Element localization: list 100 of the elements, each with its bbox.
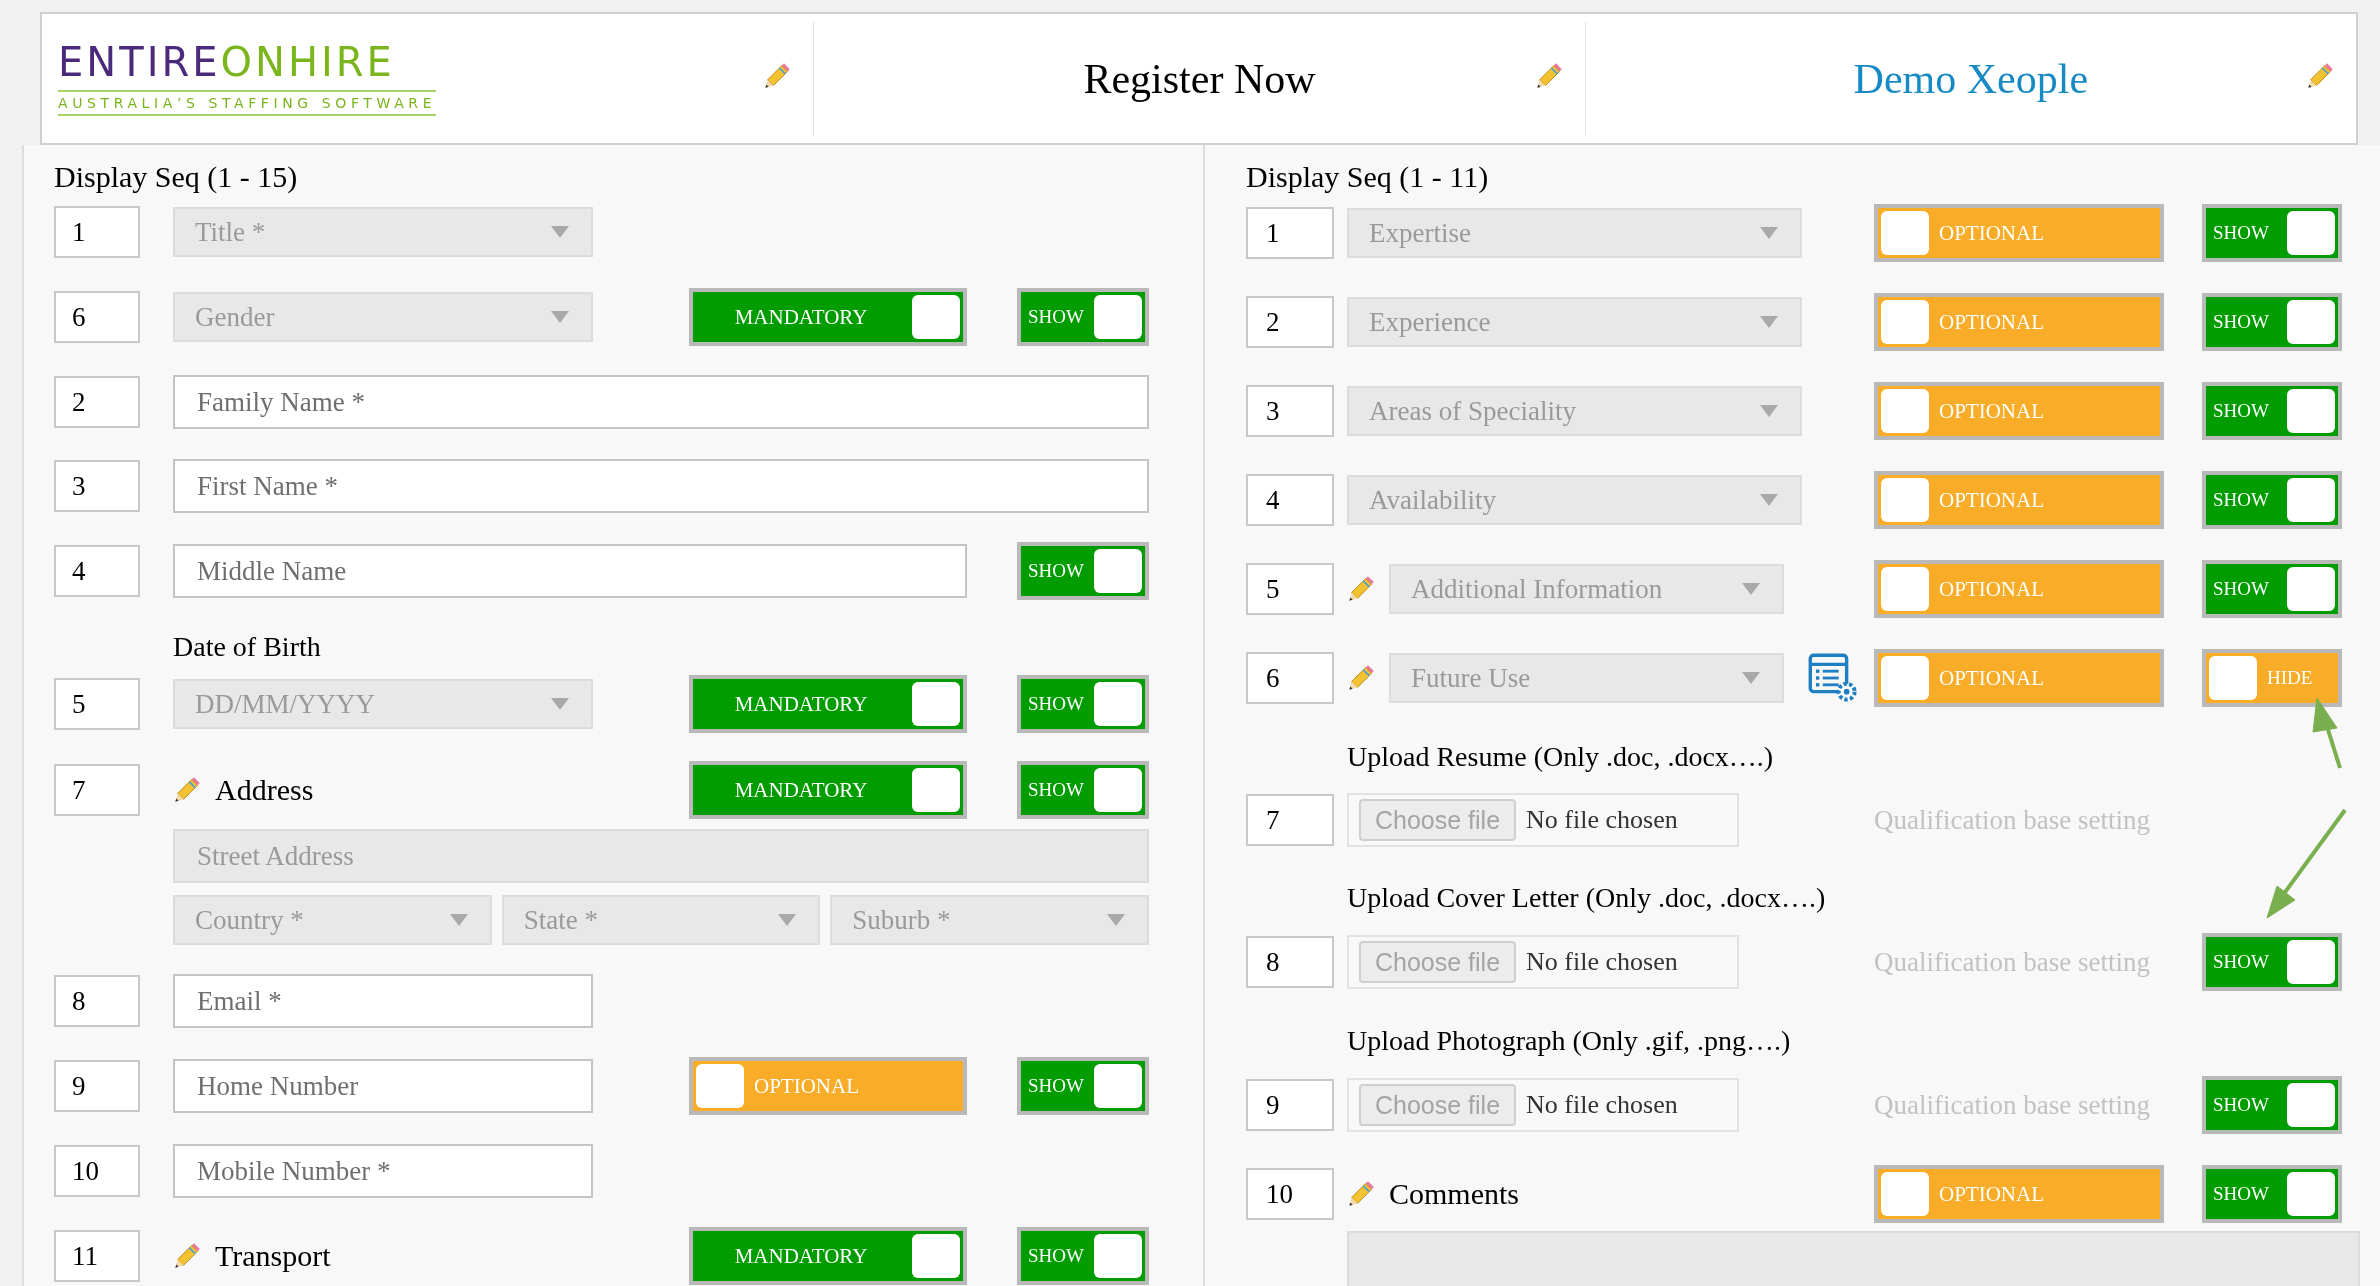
visibility-toggle[interactable]: SHOW: [1017, 675, 1149, 733]
visibility-toggle[interactable]: SHOW: [2202, 204, 2342, 262]
sequence-input[interactable]: 2: [54, 376, 140, 428]
select-field[interactable]: Title *: [173, 207, 593, 257]
requirement-toggle[interactable]: OPTIONAL: [1874, 471, 2164, 529]
file-input[interactable]: Choose file No file chosen: [1347, 1078, 1739, 1132]
input-field[interactable]: First Name *: [173, 459, 1149, 513]
visibility-toggle[interactable]: SHOW: [1017, 761, 1149, 819]
field-label: Address: [215, 773, 314, 807]
sequence-input[interactable]: 2: [1246, 296, 1334, 348]
page-title: Register Now: [1083, 54, 1316, 103]
visibility-toggle[interactable]: SHOW: [1017, 288, 1149, 346]
list-settings-icon[interactable]: [1808, 653, 1858, 703]
field-caption: Date of Birth: [173, 630, 322, 664]
sequence-input[interactable]: 7: [54, 764, 140, 816]
requirement-toggle[interactable]: OPTIONAL: [1874, 1165, 2164, 1223]
visibility-toggle[interactable]: SHOW: [2202, 382, 2342, 440]
pencil-icon[interactable]: [1347, 575, 1375, 603]
select-field[interactable]: DD/MM/YYYY: [173, 679, 593, 729]
requirement-toggle[interactable]: OPTIONAL: [1874, 649, 2164, 707]
comments-field[interactable]: [1347, 1231, 2360, 1286]
caret-icon: [1742, 672, 1760, 684]
site-link[interactable]: Demo Xeople: [1853, 54, 2089, 103]
caret-icon: [449, 914, 468, 926]
sequence-input[interactable]: 1: [1246, 207, 1334, 259]
visibility-toggle[interactable]: SHOW: [2202, 933, 2342, 991]
requirement-toggle[interactable]: OPTIONAL: [1874, 293, 2164, 351]
requirement-toggle[interactable]: MANDATORY: [689, 288, 967, 346]
caret-icon: [1742, 583, 1760, 595]
visibility-toggle[interactable]: SHOW: [1017, 1227, 1149, 1285]
requirement-toggle[interactable]: OPTIONAL: [689, 1057, 967, 1115]
pencil-icon[interactable]: [1347, 1180, 1375, 1208]
pencil-icon[interactable]: [1534, 61, 1563, 90]
sequence-input[interactable]: 1: [54, 206, 140, 258]
requirement-toggle[interactable]: OPTIONAL: [1874, 560, 2164, 618]
select-field[interactable]: Additional Information: [1389, 564, 1784, 614]
caret-icon: [551, 698, 569, 710]
pencil-icon[interactable]: [2306, 61, 2334, 90]
select-field[interactable]: Future Use: [1389, 653, 1784, 703]
requirement-toggle[interactable]: MANDATORY: [689, 675, 967, 733]
input-field[interactable]: Email *: [173, 974, 593, 1028]
requirement-toggle[interactable]: MANDATORY: [689, 1227, 967, 1285]
sequence-input[interactable]: 8: [54, 975, 140, 1027]
select-field[interactable]: Suburb *: [830, 895, 1149, 945]
pencil-icon[interactable]: [1347, 664, 1375, 692]
field-caption: Upload Cover Letter (Only .doc, .docx….): [1347, 881, 1827, 915]
sequence-input[interactable]: 11: [54, 1230, 140, 1282]
input-field[interactable]: Middle Name: [173, 544, 967, 598]
select-field[interactable]: State *: [501, 895, 821, 945]
visibility-toggle[interactable]: SHOW: [1017, 1057, 1149, 1115]
sequence-input[interactable]: 4: [1246, 474, 1334, 526]
requirement-toggle[interactable]: MANDATORY: [689, 761, 967, 819]
sequence-input[interactable]: 5: [54, 678, 140, 730]
select-field[interactable]: Expertise: [1347, 208, 1802, 258]
sequence-input[interactable]: 6: [1246, 652, 1334, 704]
visibility-toggle[interactable]: SHOW: [1017, 542, 1149, 600]
select-field[interactable]: Country *: [173, 895, 492, 945]
field-label: Comments: [1389, 1177, 1519, 1211]
sequence-input[interactable]: 9: [54, 1060, 140, 1112]
pencil-icon[interactable]: [763, 61, 792, 90]
caret-icon: [1760, 494, 1778, 506]
select-field[interactable]: Availability: [1347, 475, 1802, 525]
sequence-input[interactable]: 7: [1246, 794, 1334, 846]
input-field[interactable]: Family Name *: [173, 375, 1149, 429]
section-heading: Display Seq (1 - 11): [1246, 159, 1490, 195]
caret-icon: [1760, 316, 1778, 328]
input-field[interactable]: Mobile Number *: [173, 1144, 593, 1198]
sequence-input[interactable]: 9: [1246, 1079, 1334, 1131]
visibility-toggle[interactable]: HIDE: [2202, 649, 2342, 707]
sequence-input[interactable]: 3: [1246, 385, 1334, 437]
select-field[interactable]: Experience: [1347, 297, 1802, 347]
pencil-icon[interactable]: [173, 776, 201, 804]
choose-file-button[interactable]: Choose file: [1359, 941, 1517, 983]
sequence-input[interactable]: 10: [54, 1145, 140, 1197]
requirement-toggle[interactable]: OPTIONAL: [1874, 382, 2164, 440]
choose-file-button[interactable]: Choose file: [1359, 1084, 1517, 1126]
sequence-input[interactable]: 6: [54, 291, 140, 343]
file-input[interactable]: Choose file No file chosen: [1347, 793, 1739, 847]
file-input[interactable]: Choose file No file chosen: [1347, 935, 1739, 989]
caret-icon: [1107, 914, 1125, 926]
caret-icon: [551, 226, 569, 238]
select-field[interactable]: Gender: [173, 292, 593, 342]
sequence-input[interactable]: 10: [1246, 1168, 1334, 1220]
visibility-toggle[interactable]: SHOW: [2202, 1165, 2342, 1223]
field-caption: Upload Resume (Only .doc, .docx….): [1347, 740, 1775, 774]
visibility-toggle[interactable]: SHOW: [2202, 1076, 2342, 1134]
sequence-input[interactable]: 5: [1246, 563, 1334, 615]
choose-file-button[interactable]: Choose file: [1359, 799, 1517, 841]
input-field[interactable]: Home Number: [173, 1059, 593, 1113]
pencil-icon[interactable]: [173, 1242, 201, 1270]
visibility-toggle[interactable]: SHOW: [2202, 471, 2342, 529]
visibility-toggle[interactable]: SHOW: [2202, 560, 2342, 618]
visibility-toggle[interactable]: SHOW: [2202, 293, 2342, 351]
sequence-input[interactable]: 3: [54, 460, 140, 512]
select-field[interactable]: Areas of Speciality: [1347, 386, 1802, 436]
sequence-input[interactable]: 8: [1246, 936, 1334, 988]
caret-icon: [551, 311, 569, 323]
requirement-toggle[interactable]: OPTIONAL: [1874, 204, 2164, 262]
sequence-input[interactable]: 4: [54, 545, 140, 597]
street-address-field[interactable]: Street Address: [173, 829, 1149, 883]
